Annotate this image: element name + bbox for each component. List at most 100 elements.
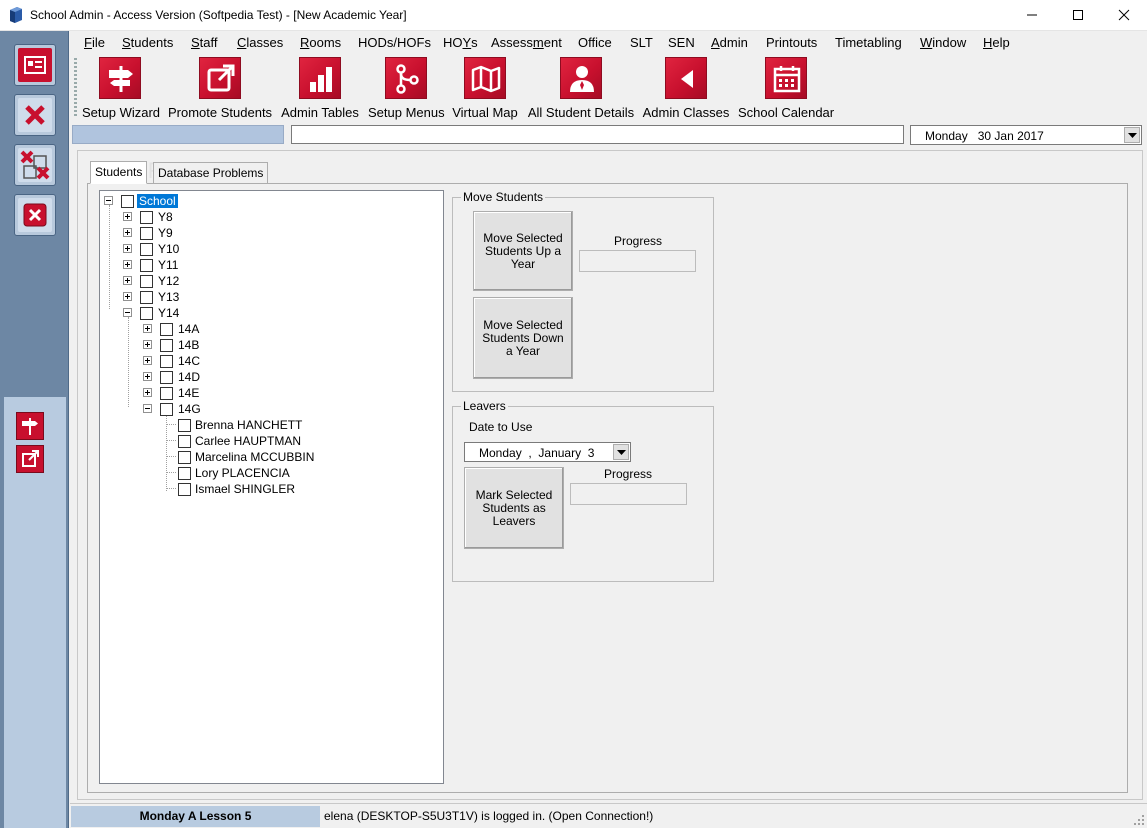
tab-database-problems[interactable]: Database Problems [153,162,269,184]
setup-menus-button[interactable]: Setup Menus [368,57,445,120]
expand-toggle[interactable] [123,228,132,237]
info-panel-left [72,125,284,144]
tree-label: Y8 [158,210,173,224]
menu-timetabling[interactable]: Timetabling [835,35,902,50]
tree-checkbox[interactable] [140,275,153,288]
move-down-button[interactable]: Move Selected Students Down a Year [473,297,573,379]
window-title: School Admin - Access Version (Softpedia… [30,8,407,22]
expand-toggle[interactable] [143,372,152,381]
menu-help[interactable]: Help [983,35,1010,50]
minimize-button[interactable] [1009,0,1055,30]
menu-sen[interactable]: SEN [668,35,695,50]
menu-admin[interactable]: Admin [711,35,748,50]
tab-students[interactable]: Students [90,161,148,184]
date-dropdown-button[interactable] [1124,127,1140,143]
quick-setup-wizard-button[interactable] [16,412,44,440]
tree-checkbox[interactable] [140,307,153,320]
menu-hoys[interactable]: HOYs [443,35,478,50]
expand-toggle[interactable] [123,212,132,221]
expand-toggle[interactable] [123,292,132,301]
close-button[interactable] [1101,0,1147,30]
expand-toggle[interactable] [143,356,152,365]
tree-label: Y12 [158,274,180,288]
tree-label: Y9 [158,226,173,240]
sidebar-close-button[interactable] [14,94,56,136]
expand-toggle[interactable] [123,244,132,253]
current-lesson: Monday A Lesson 5 [71,806,320,827]
red-x-icon [25,105,45,125]
tree-checkbox[interactable] [140,227,153,240]
person-icon [570,66,594,92]
toolbar: Setup Wizard Promote Students Admin Tabl… [72,53,1147,121]
virtual-map-button[interactable]: Virtual Map [452,57,518,120]
admin-classes-button[interactable]: Admin Classes [642,57,730,120]
tree-checkbox[interactable] [140,259,153,272]
tree-checkbox[interactable] [160,323,173,336]
branch-icon [396,64,419,94]
student-tree[interactable]: School Y8 Y9 Y10 Y11 Y12 Y13 Y14 14A 14B… [99,190,444,784]
tree-checkbox[interactable] [121,195,134,208]
maximize-button[interactable] [1055,0,1101,30]
resize-grip-icon[interactable] [1133,814,1145,826]
quick-promote-students-button[interactable] [16,445,44,473]
tree-checkbox[interactable] [178,483,191,496]
expand-toggle[interactable] [123,276,132,285]
leavers-date-dropdown-button[interactable] [613,444,629,460]
move-up-button[interactable]: Move Selected Students Up a Year [473,211,573,291]
menu-bar: File Students Staff Classes Rooms HODs/H… [72,32,1147,52]
close-icon [1118,9,1130,21]
menu-students[interactable]: Students [122,35,173,50]
tree-checkbox[interactable] [140,211,153,224]
menu-classes[interactable]: Classes [237,35,283,50]
menu-window[interactable]: Window [920,35,966,50]
mark-leavers-button[interactable]: Mark Selected Students as Leavers [464,467,564,549]
tree-checkbox[interactable] [178,419,191,432]
expand-toggle[interactable] [143,324,152,333]
connection-status: elena (DESKTOP-S5U3T1V) is logged in. (O… [324,809,654,823]
menu-staff[interactable]: Staff [191,35,218,50]
menu-office[interactable]: Office [578,35,612,50]
expand-toggle[interactable] [123,260,132,269]
menu-printouts[interactable]: Printouts [766,35,817,50]
tree-checkbox[interactable] [160,387,173,400]
current-day: Monday [925,129,968,143]
sidebar-close-all-button[interactable] [14,144,56,186]
menu-hods-hofs[interactable]: HODs/HOFs [358,35,431,50]
tree-guide [166,440,176,441]
expand-toggle[interactable] [143,340,152,349]
all-student-details-button[interactable]: All Student Details [526,57,636,120]
triangle-left-icon [681,70,693,88]
collapse-toggle[interactable] [104,196,113,205]
menu-rooms[interactable]: Rooms [300,35,341,50]
setup-wizard-button[interactable]: Setup Wizard [82,57,160,120]
signpost-icon [109,66,133,92]
expand-toggle[interactable] [143,388,152,397]
info-text-field[interactable] [291,125,904,144]
current-date-dropdown[interactable]: Monday 30 Jan 2017 [910,125,1142,145]
tree-checkbox[interactable] [140,291,153,304]
tree-label: 14E [178,386,200,400]
school-calendar-button[interactable]: School Calendar [738,57,834,120]
sidebar-card-button[interactable] [14,44,56,86]
menu-slt[interactable]: SLT [630,35,653,50]
menu-file[interactable]: File [84,35,105,50]
tree-checkbox[interactable] [178,451,191,464]
collapse-toggle[interactable] [123,308,132,317]
tree-checkbox[interactable] [140,243,153,256]
tree-label: 14A [178,322,200,336]
admin-tables-button[interactable]: Admin Tables [280,57,360,120]
admin-tables-label: Admin Tables [281,105,359,120]
promote-students-button[interactable]: Promote Students [168,57,272,120]
move-students-group: Move Students Move Selected Students Up … [452,190,714,392]
tree-checkbox[interactable] [160,403,173,416]
tree-checkbox[interactable] [178,435,191,448]
tree-checkbox[interactable] [160,339,173,352]
leavers-progress-label: Progress [604,467,653,481]
tree-checkbox[interactable] [178,467,191,480]
tree-checkbox[interactable] [160,355,173,368]
collapse-toggle[interactable] [143,404,152,413]
sidebar-exit-button[interactable] [14,194,56,236]
leavers-date-picker[interactable]: Monday , January 3 [464,442,631,462]
menu-assessment[interactable]: Assessment [491,35,562,50]
tree-checkbox[interactable] [160,371,173,384]
